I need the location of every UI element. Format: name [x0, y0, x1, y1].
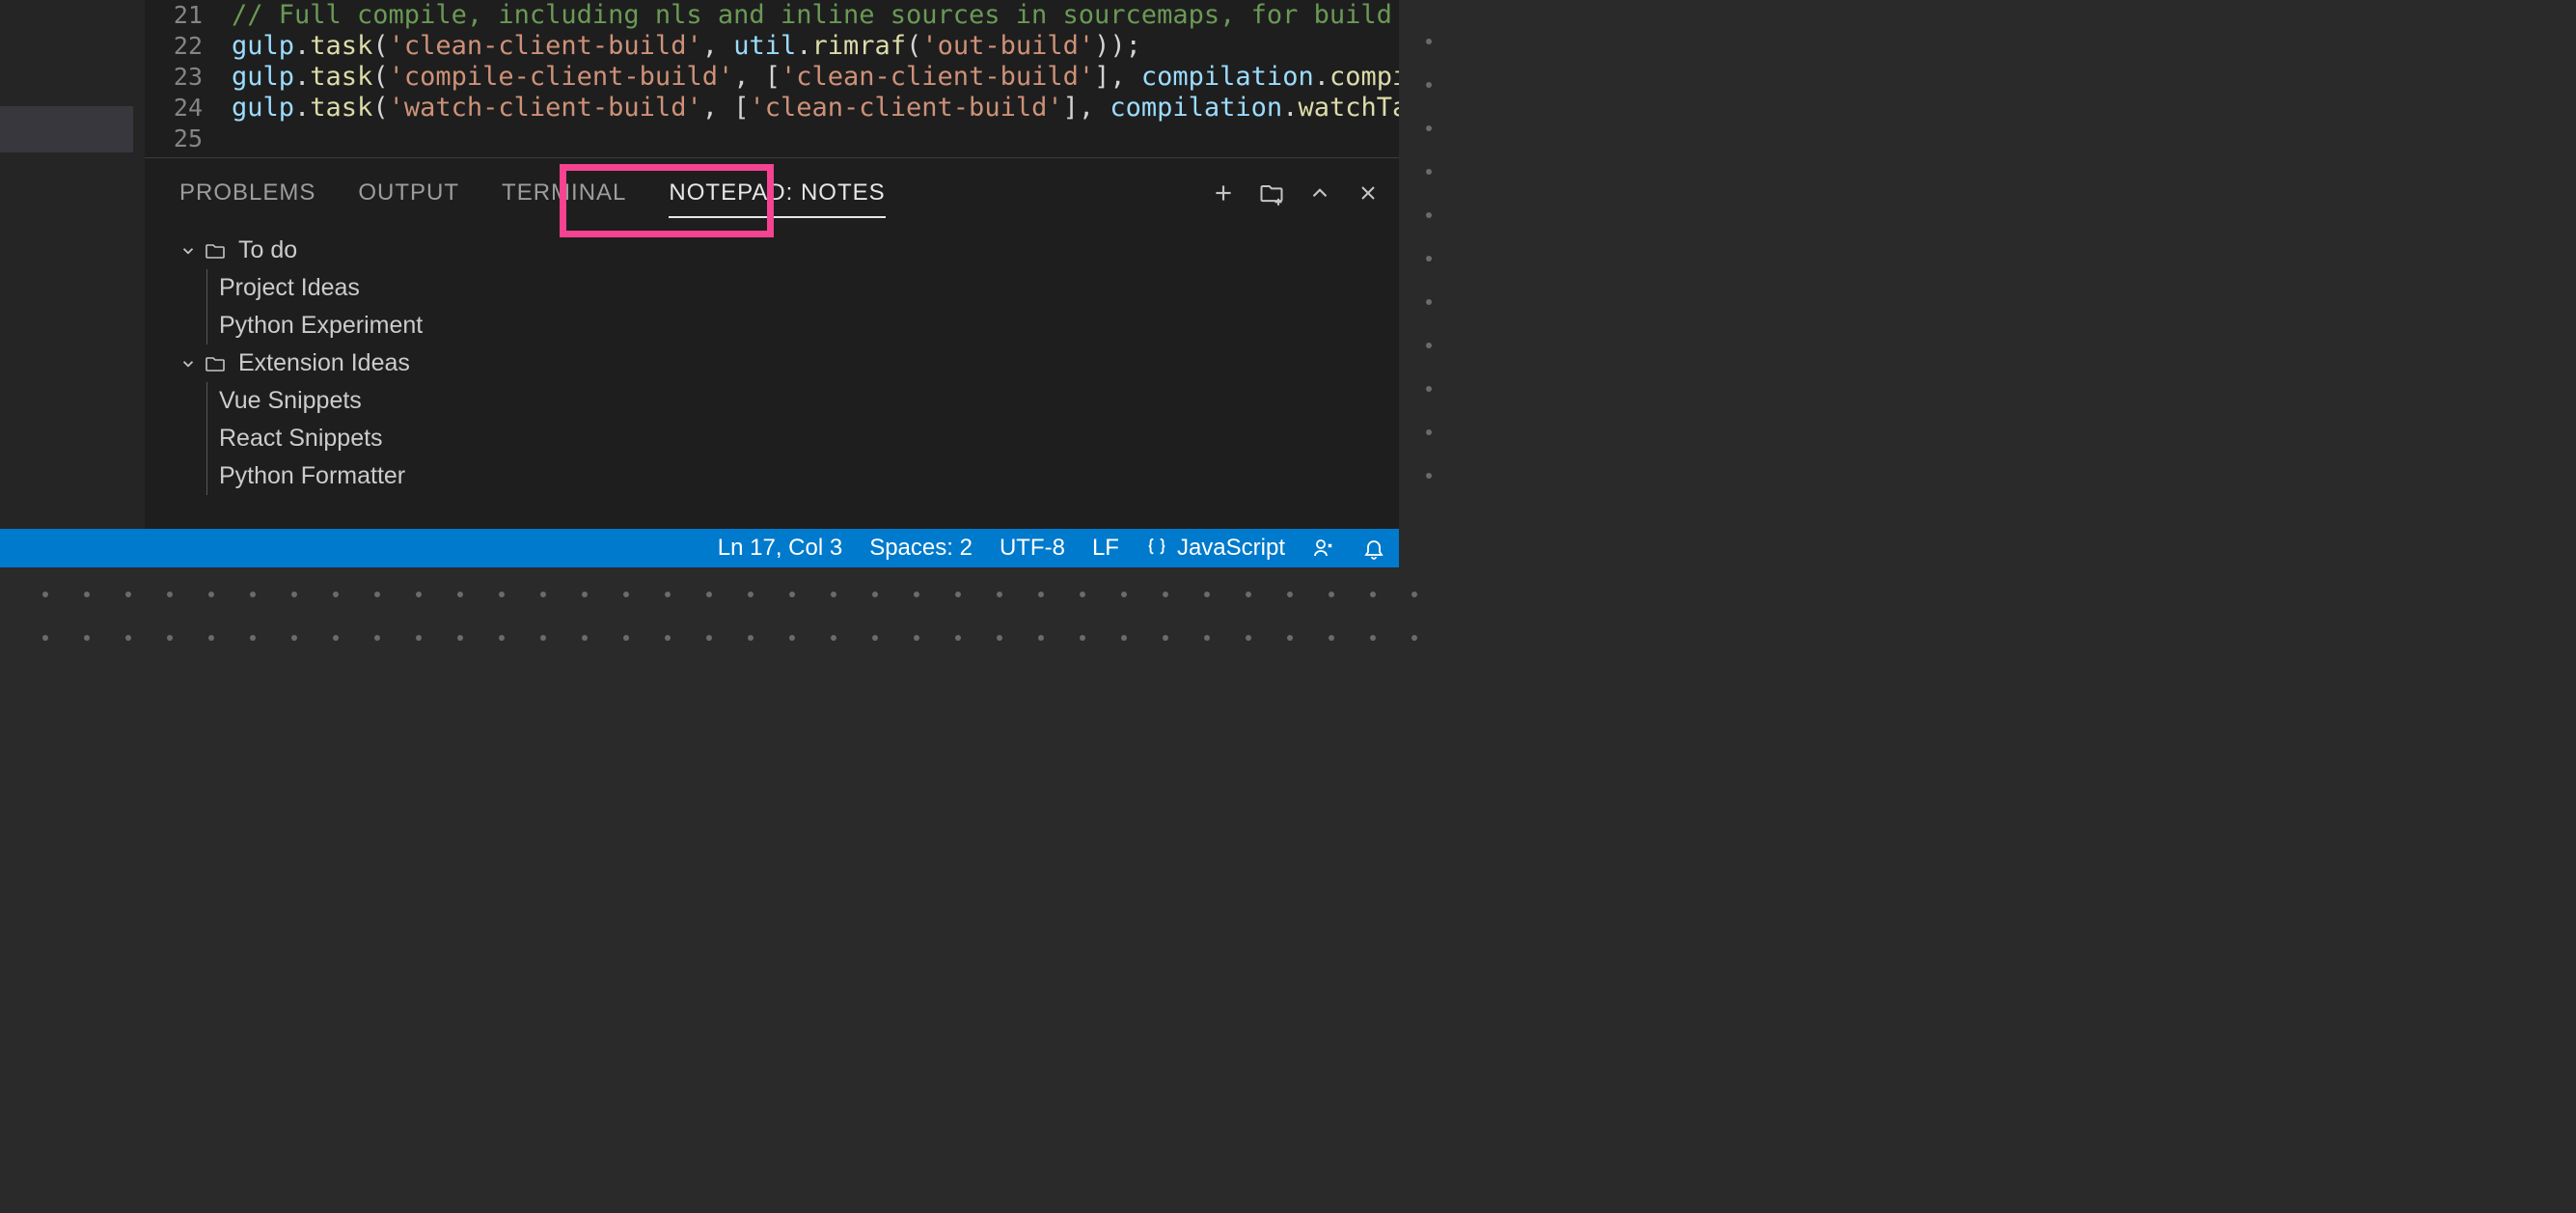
sidebar-stub [0, 0, 145, 567]
status-encoding[interactable]: UTF-8 [1000, 535, 1065, 562]
chevron-down-icon [178, 241, 198, 261]
tree-item[interactable]: Project Ideas [178, 269, 1399, 307]
braces-icon [1146, 537, 1169, 560]
note-label: Python Experiment [219, 312, 423, 340]
new-note-icon[interactable] [1210, 179, 1237, 207]
bell-icon[interactable] [1362, 537, 1385, 560]
note-label: Project Ideas [219, 274, 360, 302]
bottom-panel: PROBLEMS OUTPUT TERMINAL NOTEPAD: NOTES [145, 157, 1399, 529]
code-line: 24 gulp.task('watch-client-build', ['cle… [145, 93, 1399, 124]
line-number: 21 [145, 0, 232, 31]
sidebar-active-indicator [0, 106, 133, 152]
folder-label: To do [238, 236, 297, 264]
editor-container: 21 // Full compile, including nls and in… [0, 0, 1399, 567]
panel-tabs: PROBLEMS OUTPUT TERMINAL NOTEPAD: NOTES [145, 158, 1399, 228]
status-spaces[interactable]: Spaces: 2 [869, 535, 973, 562]
note-label: Python Formatter [219, 462, 405, 490]
tab-notepad[interactable]: NOTEPAD: NOTES [669, 160, 885, 226]
status-eol[interactable]: LF [1092, 535, 1119, 562]
status-position[interactable]: Ln 17, Col 3 [718, 535, 842, 562]
tree-item[interactable]: Vue Snippets [178, 382, 1399, 420]
tree-item[interactable]: Python Experiment [178, 307, 1399, 345]
code-line: 22 gulp.task('clean-client-build', util.… [145, 31, 1399, 62]
status-bar: Ln 17, Col 3 Spaces: 2 UTF-8 LF JavaScri… [0, 529, 1399, 567]
new-folder-icon[interactable] [1258, 179, 1285, 207]
chevron-down-icon [178, 354, 198, 373]
tab-output[interactable]: OUTPUT [358, 160, 459, 226]
code-editor[interactable]: 21 // Full compile, including nls and in… [145, 0, 1399, 157]
code-text: gulp.task('watch-client-build', ['clean-… [232, 93, 1399, 124]
line-number: 23 [145, 62, 232, 93]
tree-item[interactable]: React Snippets [178, 420, 1399, 457]
note-label: Vue Snippets [219, 387, 362, 415]
tab-problems[interactable]: PROBLEMS [179, 160, 315, 226]
tree-folder[interactable]: To do [178, 232, 1399, 269]
code-comment: // Full compile, including nls and inlin… [232, 0, 1399, 31]
chevron-up-icon[interactable] [1306, 179, 1333, 207]
code-text: gulp.task('clean-client-build', util.rim… [232, 31, 1399, 62]
note-label: React Snippets [219, 425, 383, 453]
folder-label: Extension Ideas [238, 349, 410, 377]
language-label: JavaScript [1177, 535, 1285, 562]
tree-folder[interactable]: Extension Ideas [178, 345, 1399, 382]
folder-icon [204, 352, 227, 375]
code-line: 23 gulp.task('compile-client-build', ['c… [145, 62, 1399, 93]
status-language[interactable]: JavaScript [1146, 535, 1285, 562]
folder-icon [204, 239, 227, 262]
tab-terminal[interactable]: TERMINAL [502, 160, 626, 226]
code-line: 25 [145, 124, 1399, 154]
code-text: gulp.task('compile-client-build', ['clea… [232, 62, 1399, 93]
line-number: 24 [145, 93, 232, 124]
feedback-icon[interactable] [1312, 537, 1335, 560]
line-number: 22 [145, 31, 232, 62]
panel-actions [1210, 158, 1382, 228]
notepad-tree: To do Project Ideas Python Experiment Ex… [145, 228, 1399, 495]
code-text [232, 124, 1399, 154]
tree-item[interactable]: Python Formatter [178, 457, 1399, 495]
code-line: 21 // Full compile, including nls and in… [145, 0, 1399, 31]
close-icon[interactable] [1355, 179, 1382, 207]
line-number: 25 [145, 124, 232, 154]
